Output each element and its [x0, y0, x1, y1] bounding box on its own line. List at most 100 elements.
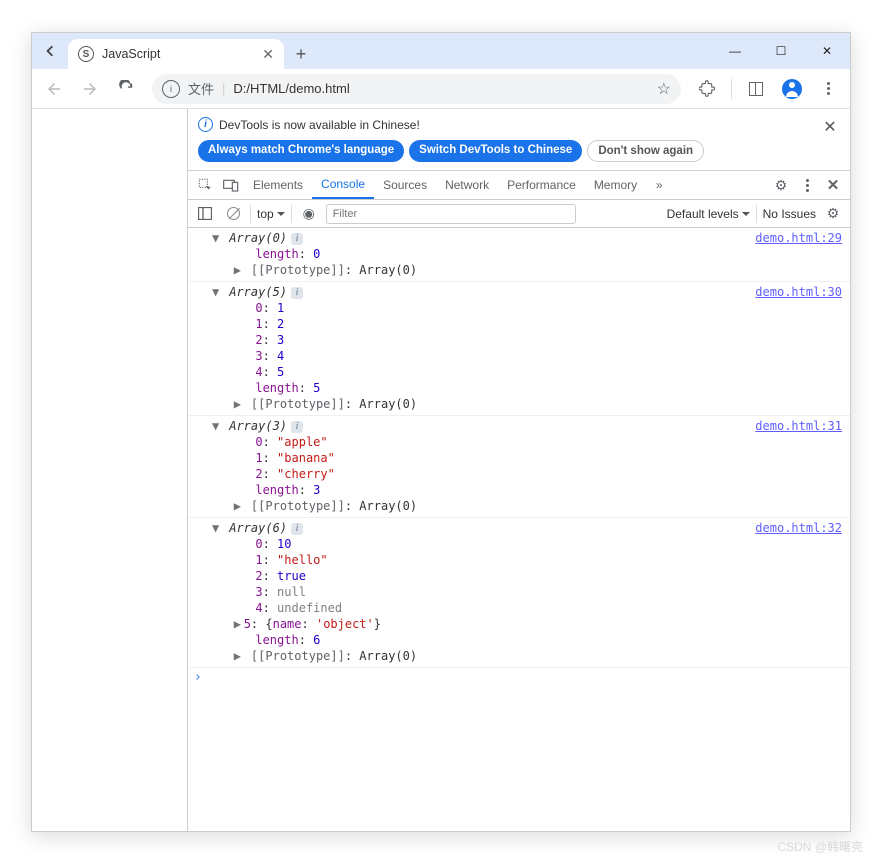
content-area: i DevTools is now available in Chinese! …	[32, 109, 850, 831]
more-tabs-button[interactable]: »	[646, 178, 672, 192]
devtools-panel: i DevTools is now available in Chinese! …	[188, 109, 850, 831]
device-toolbar-button[interactable]	[218, 178, 244, 192]
log-property[interactable]: 1: "hello"	[212, 552, 846, 568]
window-controls: — ☐ ✕	[712, 33, 850, 69]
window-close-button[interactable]: ✕	[804, 33, 850, 69]
console-prompt[interactable]: ›	[188, 668, 850, 688]
source-link[interactable]: demo.html:32	[755, 520, 842, 536]
info-icon: i	[198, 117, 213, 132]
console-toolbar: top ◉ Default levels No Issues ⚙	[188, 200, 850, 228]
expand-arrow-icon[interactable]: ▼	[212, 418, 222, 434]
info-badge-icon[interactable]: i	[291, 523, 303, 535]
source-link[interactable]: demo.html:31	[755, 418, 842, 434]
maximize-button[interactable]: ☐	[758, 33, 804, 69]
page-viewport	[32, 109, 188, 831]
infobar-close-button[interactable]: ✕	[820, 117, 840, 137]
source-link[interactable]: demo.html:30	[755, 284, 842, 300]
console-log-entry: demo.html:32▼ Array(6)i 0: 10 1: "hello"…	[188, 518, 850, 668]
devtools-settings-button[interactable]: ⚙	[768, 177, 794, 194]
log-property[interactable]: 1: "banana"	[212, 450, 846, 466]
log-header[interactable]: ▼ Array(6)i	[212, 520, 846, 536]
log-property[interactable]: 0: 1	[212, 300, 846, 316]
new-tab-button[interactable]: +	[284, 39, 318, 69]
log-prototype[interactable]: ▶ [[Prototype]]: Array(0)	[212, 396, 846, 412]
log-property[interactable]: 2: "cherry"	[212, 466, 846, 482]
log-header[interactable]: ▼ Array(0)i	[212, 230, 846, 246]
chrome-menu-button[interactable]	[812, 73, 844, 105]
log-property[interactable]: 2: true	[212, 568, 846, 584]
extensions-button[interactable]	[691, 73, 723, 105]
clear-console-button[interactable]	[222, 207, 244, 220]
minimize-button[interactable]: —	[712, 33, 758, 69]
console-output[interactable]: demo.html:29▼ Array(0)i length: 0 ▶ [[Pr…	[188, 228, 850, 831]
log-property[interactable]: 4: 5	[212, 364, 846, 380]
url-text: D:/HTML/demo.html	[233, 81, 648, 96]
address-bar[interactable]: i 文件 | D:/HTML/demo.html ☆	[152, 74, 681, 104]
source-link[interactable]: demo.html:29	[755, 230, 842, 246]
devtools-tab-memory[interactable]: Memory	[585, 171, 646, 199]
devtools-tab-console[interactable]: Console	[312, 171, 374, 199]
switch-to-chinese-button[interactable]: Switch DevTools to Chinese	[409, 140, 582, 162]
panel-icon	[749, 82, 763, 96]
inspect-element-button[interactable]	[192, 178, 218, 193]
expand-arrow-icon[interactable]: ▼	[212, 284, 222, 300]
log-levels-selector[interactable]: Default levels	[667, 207, 750, 221]
expand-arrow-icon[interactable]: ▼	[212, 520, 222, 536]
devtools-tabstrip: ElementsConsoleSourcesNetworkPerformance…	[188, 171, 850, 200]
bookmark-star-icon[interactable]: ☆	[657, 79, 671, 99]
expand-arrow-icon[interactable]: ▶	[234, 262, 244, 278]
live-expression-button[interactable]: ◉	[298, 205, 320, 222]
devtools-close-button[interactable]: ✕	[820, 176, 846, 194]
titlebar: S JavaScript ✕ + — ☐ ✕	[32, 33, 850, 69]
always-match-language-button[interactable]: Always match Chrome's language	[198, 140, 404, 162]
log-property[interactable]: 0: 10	[212, 536, 846, 552]
console-log-entry: demo.html:29▼ Array(0)i length: 0 ▶ [[Pr…	[188, 228, 850, 282]
log-prototype[interactable]: ▶ [[Prototype]]: Array(0)	[212, 648, 846, 664]
tab-search-button[interactable]	[32, 33, 68, 69]
devtools-tab-sources[interactable]: Sources	[374, 171, 436, 199]
log-property[interactable]: 0: "apple"	[212, 434, 846, 450]
toggle-sidebar-button[interactable]	[194, 207, 216, 220]
expand-arrow-icon[interactable]: ▶	[234, 396, 244, 412]
console-settings-button[interactable]: ⚙	[822, 205, 844, 222]
user-icon	[782, 79, 802, 99]
profile-button[interactable]	[776, 73, 808, 105]
log-property[interactable]: 3: null	[212, 584, 846, 600]
devtools-menu-button[interactable]	[794, 179, 820, 192]
devtools-tab-elements[interactable]: Elements	[244, 171, 312, 199]
expand-arrow-icon[interactable]: ▶	[234, 616, 244, 632]
context-selector[interactable]: top	[257, 207, 285, 221]
log-length: length: 3	[212, 482, 846, 498]
log-property[interactable]: 4: undefined	[212, 600, 846, 616]
file-scheme-label: 文件	[188, 79, 214, 98]
browser-tab[interactable]: S JavaScript ✕	[68, 39, 284, 69]
log-prototype[interactable]: ▶ [[Prototype]]: Array(0)	[212, 498, 846, 514]
info-badge-icon[interactable]: i	[291, 233, 303, 245]
log-property[interactable]: ▶5: {name: 'object'}	[212, 616, 846, 632]
devtools-tab-performance[interactable]: Performance	[498, 171, 585, 199]
side-panel-button[interactable]	[740, 73, 772, 105]
watermark: CSDN @韩曙亮	[777, 838, 863, 855]
filter-input[interactable]	[326, 204, 576, 224]
dont-show-again-button[interactable]: Don't show again	[587, 140, 704, 162]
info-icon[interactable]: i	[162, 80, 180, 98]
log-property[interactable]: 3: 4	[212, 348, 846, 364]
console-log-entry: demo.html:31▼ Array(3)i 0: "apple" 1: "b…	[188, 416, 850, 518]
expand-arrow-icon[interactable]: ▼	[212, 230, 222, 246]
forward-button[interactable]	[74, 73, 106, 105]
log-prototype[interactable]: ▶ [[Prototype]]: Array(0)	[212, 262, 846, 278]
menu-dots-icon	[806, 179, 809, 192]
reload-button[interactable]	[110, 73, 142, 105]
expand-arrow-icon[interactable]: ▶	[234, 498, 244, 514]
expand-arrow-icon[interactable]: ▶	[234, 648, 244, 664]
back-button[interactable]	[38, 73, 70, 105]
tab-title: JavaScript	[102, 47, 254, 61]
log-header[interactable]: ▼ Array(5)i	[212, 284, 846, 300]
devtools-tab-network[interactable]: Network	[436, 171, 498, 199]
info-badge-icon[interactable]: i	[291, 287, 303, 299]
log-property[interactable]: 1: 2	[212, 316, 846, 332]
log-header[interactable]: ▼ Array(3)i	[212, 418, 846, 434]
log-property[interactable]: 2: 3	[212, 332, 846, 348]
info-badge-icon[interactable]: i	[291, 421, 303, 433]
tab-close-button[interactable]: ✕	[262, 46, 274, 63]
